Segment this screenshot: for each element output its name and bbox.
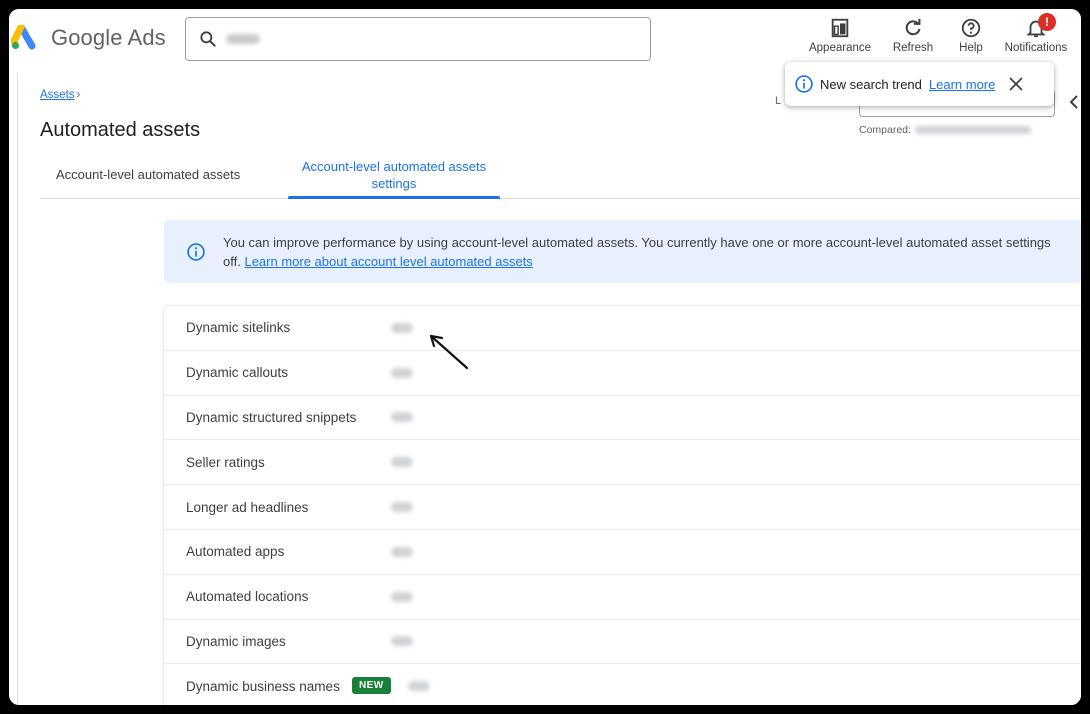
list-item-dynamic-callouts[interactable]: Dynamic callouts	[164, 351, 1081, 396]
help-label: Help	[959, 42, 983, 54]
refresh-icon	[905, 18, 921, 36]
automated-assets-settings-list: Dynamic sitelinks Dynamic callouts Dynam…	[164, 306, 1081, 705]
list-item-seller-ratings[interactable]: Seller ratings	[164, 440, 1081, 486]
list-item-dynamic-sitelinks[interactable]: Dynamic sitelinks	[164, 306, 1081, 351]
close-icon[interactable]	[1008, 76, 1024, 92]
asset-status-blurred	[408, 681, 430, 692]
active-tab-indicator	[288, 196, 500, 199]
asset-status-blurred	[391, 367, 413, 378]
asset-status-blurred	[391, 412, 413, 423]
list-item-dynamic-business-names[interactable]: Dynamic business names NEW	[164, 664, 1081, 705]
list-item-automated-apps[interactable]: Automated apps	[164, 530, 1081, 575]
asset-name: Automated locations	[186, 589, 309, 605]
asset-name: Dynamic images	[186, 633, 286, 649]
list-item-longer-ad-headlines[interactable]: Longer ad headlines	[164, 485, 1081, 530]
notifications-button[interactable]: ! Notifications	[998, 13, 1074, 54]
tab-bar: Account-level automated assets Account-l…	[40, 155, 1081, 199]
list-item-dynamic-images[interactable]: Dynamic images	[164, 620, 1081, 665]
notifications-label: Notifications	[1004, 42, 1068, 54]
search-input[interactable]	[185, 17, 651, 61]
banner-text-line2: off. Learn more about account level auto…	[223, 252, 1081, 271]
device-frame: Google Ads Appearance Refresh Help ! Not…	[0, 0, 1090, 714]
asset-name: Dynamic callouts	[186, 365, 289, 381]
new-search-trend-toast: New search trend Learn more	[785, 62, 1054, 106]
left-rail-divider	[17, 73, 18, 705]
appearance-label: Appearance	[808, 42, 872, 54]
page-title: Automated assets	[40, 119, 201, 141]
help-icon	[961, 18, 981, 38]
asset-name: Automated apps	[186, 544, 285, 560]
asset-status-blurred	[391, 502, 413, 513]
breadcrumb-chevron-icon: ›	[76, 89, 81, 101]
notification-badge: !	[1038, 13, 1056, 31]
compared-range-blurred	[914, 126, 1031, 134]
asset-status-blurred	[391, 636, 413, 647]
asset-name: Dynamic sitelinks	[186, 320, 291, 336]
banner-text-line1: You can improve performance by using acc…	[223, 235, 1051, 250]
search-query-blurred	[226, 34, 260, 44]
refresh-label: Refresh	[892, 42, 934, 54]
breadcrumb-assets-link[interactable]: Assets	[40, 89, 75, 101]
banner-text-prefix: off.	[223, 254, 241, 269]
compared-range: Compared:	[859, 124, 1031, 136]
tab-account-level-automated-assets[interactable]: Account-level automated assets	[56, 167, 240, 182]
breadcrumb: Assets ›	[40, 89, 80, 101]
asset-status-blurred	[391, 546, 413, 557]
date-range-label: L	[775, 95, 782, 107]
chevron-left-icon[interactable]	[1067, 93, 1081, 111]
banner-text: You can improve performance by using acc…	[223, 233, 1081, 271]
info-icon	[187, 243, 205, 261]
annotation-arrow-icon	[429, 334, 469, 370]
appearance-button[interactable]: Appearance	[802, 17, 878, 54]
asset-status-blurred	[391, 591, 413, 602]
google-ads-logo[interactable]: Google Ads	[11, 25, 166, 51]
asset-status-blurred	[391, 322, 413, 333]
google-ads-logo-icon	[11, 25, 36, 50]
tab-account-level-automated-assets-settings[interactable]: Account-level automated assets settings	[288, 158, 500, 192]
asset-name: Dynamic structured snippets	[186, 409, 357, 425]
info-banner: You can improve performance by using acc…	[164, 220, 1081, 283]
list-item-dynamic-structured-snippets[interactable]: Dynamic structured snippets	[164, 396, 1081, 441]
toast-learn-more-link[interactable]: Learn more	[929, 77, 995, 92]
info-icon	[795, 75, 813, 93]
appearance-icon	[831, 18, 849, 38]
asset-name: Seller ratings	[186, 454, 265, 470]
banner-learn-more-link[interactable]: Learn more about account level automated…	[244, 254, 532, 269]
compared-label: Compared:	[859, 124, 911, 136]
asset-name: Longer ad headlines	[186, 499, 309, 515]
list-item-automated-locations[interactable]: Automated locations	[164, 575, 1081, 620]
app-screen: Google Ads Appearance Refresh Help ! Not…	[9, 9, 1081, 705]
asset-name: Dynamic business names	[186, 678, 340, 694]
asset-status-blurred	[391, 457, 413, 468]
app-name: Google Ads	[51, 25, 166, 50]
new-badge: NEW	[352, 677, 391, 695]
toast-message: New search trend	[820, 76, 922, 92]
search-icon	[200, 31, 216, 47]
